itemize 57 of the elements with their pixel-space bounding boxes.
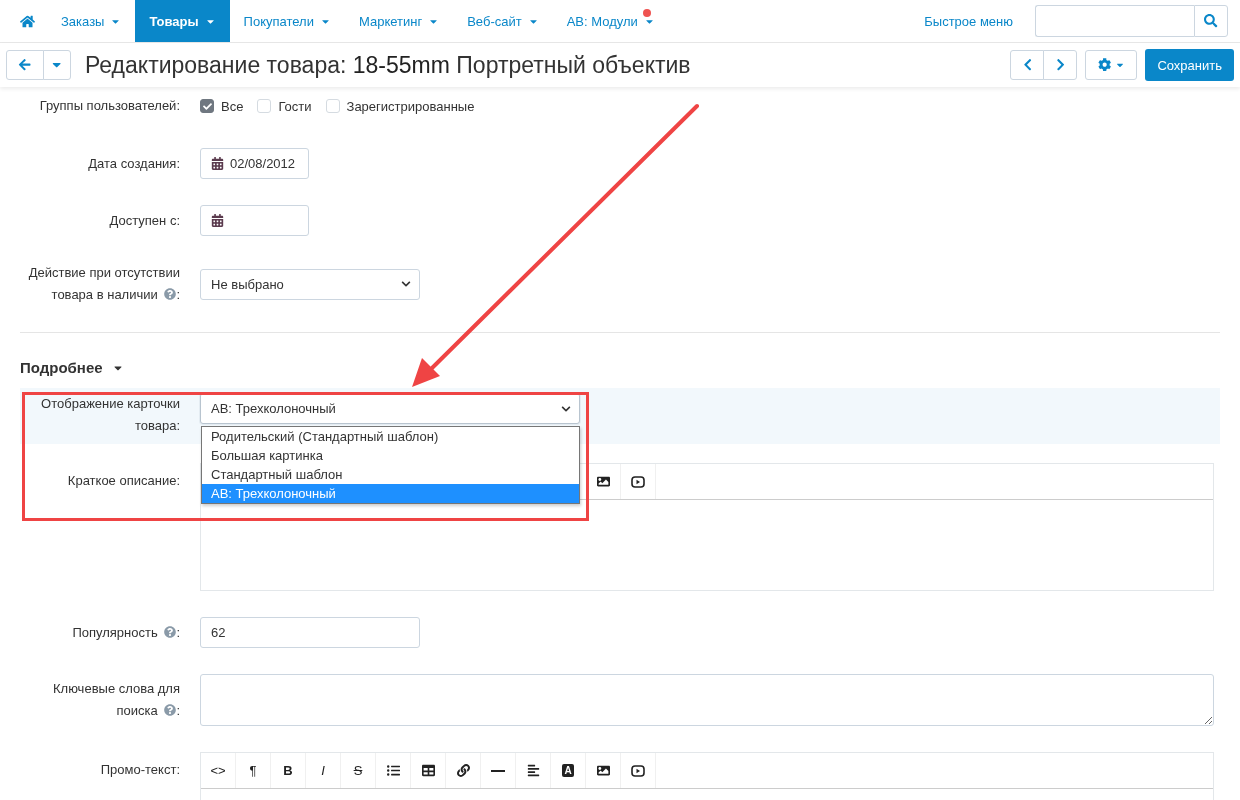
text-field[interactable]: 62 bbox=[200, 617, 420, 648]
link-icon bbox=[456, 764, 470, 777]
home-icon bbox=[20, 13, 35, 29]
checkbox[interactable] bbox=[200, 99, 214, 113]
next-button[interactable] bbox=[1043, 50, 1078, 80]
nav-menu-item[interactable]: Веб-сайт bbox=[453, 0, 553, 42]
section-toggle[interactable]: Подробнее bbox=[20, 359, 124, 376]
calendar-icon bbox=[211, 157, 224, 170]
nav-menu-item[interactable]: Маркетинг bbox=[344, 0, 454, 42]
save-button[interactable]: Сохранить bbox=[1145, 49, 1234, 81]
back-button[interactable] bbox=[6, 50, 44, 80]
table-icon bbox=[421, 764, 435, 777]
horizontal-line-icon bbox=[491, 769, 505, 772]
image-icon bbox=[596, 764, 610, 777]
search-field[interactable] bbox=[1035, 5, 1194, 37]
dropdown-option[interactable]: Большая картинка bbox=[202, 446, 579, 465]
back-arrow-icon bbox=[18, 58, 32, 72]
field-label: Группы пользователей: bbox=[38, 97, 180, 115]
checkbox-label: Зарегистрированные bbox=[346, 98, 475, 114]
settings-icon bbox=[1097, 58, 1112, 72]
date-field[interactable] bbox=[200, 205, 309, 236]
field-label: Доступен с: bbox=[108, 211, 180, 230]
field-label: Отображение карточки товара: bbox=[40, 395, 180, 435]
field-label: Популярность : bbox=[71, 623, 180, 642]
search-button[interactable] bbox=[1194, 5, 1228, 37]
field-label: Действие при отсутствии товара в наличии : bbox=[27, 264, 180, 304]
page-title: Редактирование товара: 18-55mm Портретный объектив bbox=[85, 51, 691, 79]
settings-button[interactable] bbox=[1085, 50, 1138, 80]
text-editor[interactable]: <> ¶ B I S A bbox=[200, 752, 1214, 800]
image-icon bbox=[596, 475, 610, 488]
align-left-icon bbox=[526, 764, 540, 777]
video-icon bbox=[631, 764, 645, 777]
previous-button[interactable] bbox=[1010, 50, 1045, 80]
chevron-down-icon bbox=[561, 403, 571, 414]
field-label: Промо-текст: bbox=[99, 761, 180, 779]
dropdown-option[interactable]: Родительский (Стандартный шаблон) bbox=[202, 427, 579, 446]
list-icon bbox=[386, 764, 400, 777]
nav-menu-item[interactable]: Товары bbox=[135, 0, 230, 42]
chevron-down-icon bbox=[401, 279, 411, 289]
quick-menu-link[interactable]: Быстрое меню bbox=[924, 13, 1013, 29]
search-icon bbox=[1204, 14, 1218, 28]
select-field[interactable]: Не выбрано bbox=[200, 268, 420, 300]
checkbox-label: Все bbox=[221, 98, 244, 114]
nav-menu-item[interactable]: Заказы bbox=[47, 0, 136, 42]
field-label: Краткое описание: bbox=[66, 472, 180, 490]
textarea-field[interactable] bbox=[200, 674, 1214, 726]
nav-menu-item[interactable]: Покупатели bbox=[229, 0, 345, 42]
video-icon bbox=[631, 475, 645, 488]
calendar-icon bbox=[211, 214, 224, 227]
date-field[interactable]: 02/08/2012 bbox=[200, 148, 309, 179]
field-label: Дата создания: bbox=[87, 154, 180, 173]
history-dropdown-button[interactable] bbox=[43, 50, 71, 80]
select-field[interactable]: АВ: Трехколоночный bbox=[200, 393, 580, 424]
dropdown-option[interactable]: Стандартный шаблон bbox=[202, 465, 579, 484]
checkbox-label: Гости bbox=[278, 98, 312, 114]
field-label: Ключевые слова для поиска : bbox=[52, 680, 180, 720]
nav-menu-item[interactable]: АВ: Модули bbox=[552, 0, 669, 42]
